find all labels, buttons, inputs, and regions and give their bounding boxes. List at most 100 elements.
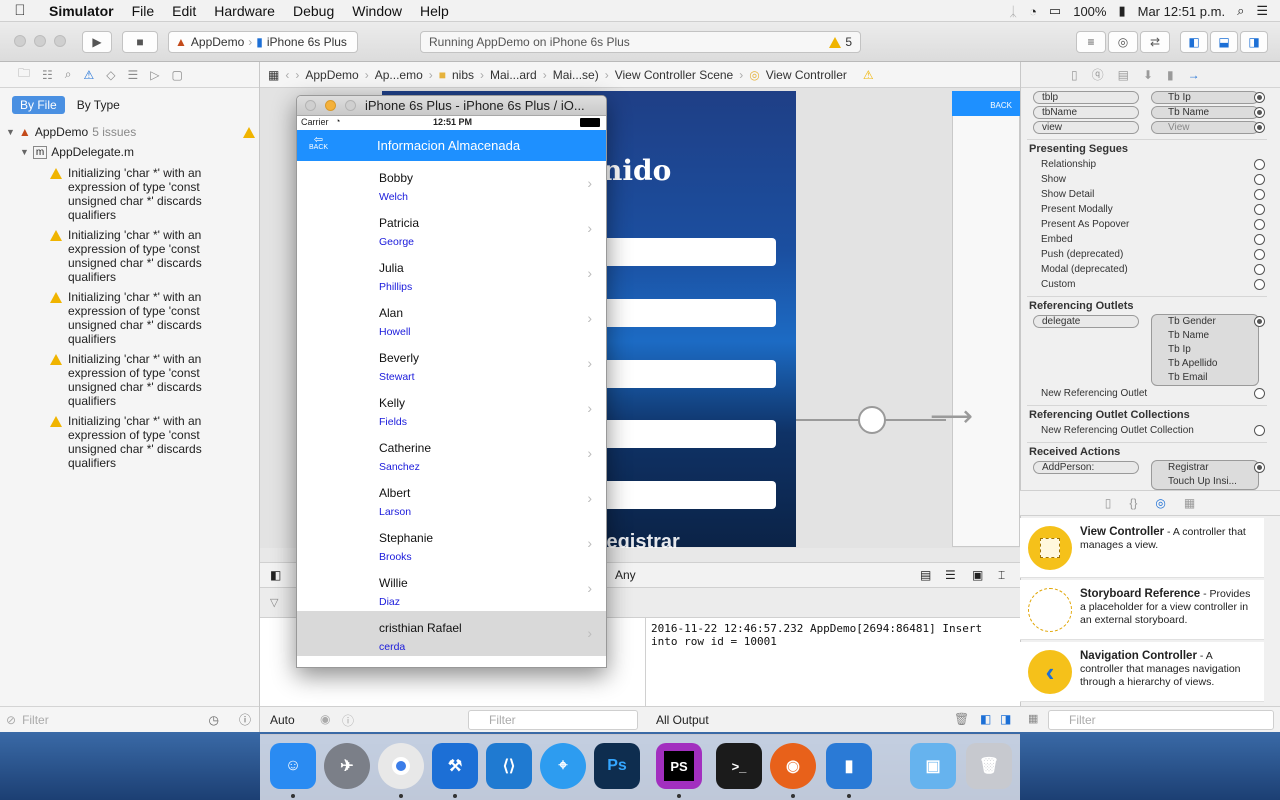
clock[interactable]: Mar 12:51 p.m. bbox=[1138, 4, 1225, 19]
connection-dot[interactable] bbox=[1254, 92, 1265, 103]
issue-item[interactable]: Initializing 'char *' with an expression… bbox=[0, 352, 259, 408]
disclosure-triangle-icon[interactable]: ▼ bbox=[20, 147, 29, 157]
connection-dot[interactable] bbox=[1254, 316, 1265, 327]
simulator-window[interactable]: iPhone 6s Plus - iPhone 6s Plus / iO... … bbox=[296, 95, 607, 668]
toggle-navigator-button[interactable]: ◧ bbox=[1180, 31, 1208, 53]
jump-view-controller[interactable]: View Controller bbox=[766, 68, 847, 82]
battery-icon[interactable]: ▮ bbox=[1118, 3, 1125, 19]
by-type-tab[interactable]: By Type bbox=[69, 96, 128, 114]
table-row[interactable]: Alan Howell › bbox=[297, 296, 606, 341]
connection-dot[interactable] bbox=[1254, 264, 1265, 275]
segue-row[interactable]: Relationship bbox=[1027, 157, 1267, 172]
second-scene[interactable] bbox=[952, 91, 1020, 547]
code-snippet-icon[interactable]: {} bbox=[1129, 496, 1137, 510]
issue-item[interactable]: Initializing 'char *' with an expression… bbox=[0, 290, 259, 346]
toggle-utilities-button[interactable]: ◨ bbox=[1240, 31, 1268, 53]
launchpad-icon[interactable]: ✈ bbox=[324, 743, 370, 789]
outlet-row[interactable]: tbName Tb Name bbox=[1027, 105, 1267, 120]
split-right-icon[interactable]: ◨ bbox=[1000, 712, 1011, 726]
scheme-selector[interactable]: ▲ AppDemo › ▮ iPhone 6s Plus bbox=[168, 31, 358, 53]
connection-dot[interactable] bbox=[1254, 462, 1265, 473]
connection-dot[interactable] bbox=[1254, 425, 1265, 436]
jump-project[interactable]: AppDemo bbox=[305, 68, 358, 82]
spotlight-search-icon[interactable]: ⌕ bbox=[1237, 3, 1244, 19]
menu-window[interactable]: Window bbox=[343, 3, 411, 19]
phpstorm-icon[interactable]: PS bbox=[656, 743, 702, 789]
hide-debug-area-icon[interactable]: ▽ bbox=[270, 596, 278, 609]
symbol-navigator-icon[interactable]: ☷ bbox=[42, 68, 53, 82]
segue-row[interactable]: Custom bbox=[1027, 277, 1267, 292]
find-navigator-icon[interactable]: ⌕ bbox=[65, 67, 72, 82]
document-outline-icon[interactable]: ◧ bbox=[270, 568, 281, 582]
media-library-icon[interactable]: ▦ bbox=[1184, 496, 1195, 510]
resolve-issues-icon[interactable]: ⌶ bbox=[998, 568, 1005, 583]
run-button[interactable]: ▶ bbox=[82, 31, 112, 53]
table-row[interactable]: Kelly Fields › bbox=[297, 386, 606, 431]
finder-icon[interactable]: ☺ bbox=[270, 743, 316, 789]
issue-warning-icon[interactable]: ⚠ bbox=[863, 68, 874, 82]
xcode-icon[interactable]: ⚒ bbox=[432, 743, 478, 789]
forward-arrow-icon[interactable]: › bbox=[295, 68, 299, 82]
segue-row[interactable]: Present As Popover bbox=[1027, 217, 1267, 232]
segue-row[interactable]: Modal (deprecated) bbox=[1027, 262, 1267, 277]
jump-storyboard[interactable]: Mai...ard bbox=[490, 68, 537, 82]
library-item-storyboard-reference[interactable]: Storyboard Reference - Provides a placeh… bbox=[1020, 580, 1264, 640]
grid-view-icon[interactable]: ▦ bbox=[1028, 712, 1038, 725]
library-item-navigation-controller[interactable]: ‹ Navigation Controller - A controller t… bbox=[1020, 642, 1264, 702]
table-row[interactable]: Beverly Stewart › bbox=[297, 341, 606, 386]
sim-minimize-button[interactable] bbox=[325, 100, 336, 111]
assistant-editor-button[interactable]: ◎ bbox=[1108, 31, 1138, 53]
breakpoint-navigator-icon[interactable]: ▷ bbox=[150, 68, 159, 82]
variables-filter-input[interactable]: Filter bbox=[468, 710, 638, 730]
quick-help-icon[interactable]: ⓠ bbox=[1092, 66, 1104, 83]
file-template-icon[interactable]: ▯ bbox=[1105, 496, 1112, 510]
jump-group[interactable]: Ap...emo bbox=[375, 68, 423, 82]
size-inspector-icon[interactable]: ▮ bbox=[1167, 68, 1174, 82]
simulator-icon[interactable]: ▮ bbox=[826, 743, 872, 789]
issue-navigator-warning-icon[interactable]: ⚠ bbox=[84, 68, 95, 82]
connection-dot[interactable] bbox=[1254, 279, 1265, 290]
photoshop-icon[interactable]: Ps bbox=[594, 743, 640, 789]
by-file-tab[interactable]: By File bbox=[12, 96, 65, 114]
apple-menu-icon[interactable]:  bbox=[0, 2, 40, 19]
connection-dot[interactable] bbox=[1254, 189, 1265, 200]
outlet-row[interactable]: view View bbox=[1027, 120, 1267, 135]
trash-icon[interactable]: 🗑 bbox=[966, 743, 1012, 789]
stop-button[interactable]: ■ bbox=[122, 31, 158, 53]
issue-item[interactable]: Initializing 'char *' with an expression… bbox=[0, 166, 259, 222]
stack-icon[interactable]: ☰ bbox=[945, 568, 956, 582]
auto-variables-selector[interactable]: Auto bbox=[270, 713, 295, 727]
debug-navigator-icon[interactable]: ☰ bbox=[128, 68, 139, 82]
table-row-selected[interactable]: cristhian Rafael cerda › bbox=[297, 611, 606, 656]
airplay-icon[interactable]: ▭ bbox=[1049, 3, 1061, 19]
library-item-view-controller[interactable]: View Controller - A controller that mana… bbox=[1020, 518, 1264, 578]
related-items-icon[interactable]: ▦ bbox=[268, 68, 279, 82]
table-row[interactable]: Stephanie Brooks › bbox=[297, 521, 606, 566]
window-close-button[interactable] bbox=[14, 35, 26, 47]
safari-icon[interactable]: ⌖ bbox=[540, 743, 586, 789]
project-navigator-folder-icon[interactable]: 🗀 bbox=[18, 64, 30, 85]
connection-dot[interactable] bbox=[1254, 107, 1265, 118]
window-zoom-button[interactable] bbox=[54, 35, 66, 47]
standard-editor-button[interactable]: ≡ bbox=[1076, 31, 1106, 53]
table-row[interactable]: Julia Phillips › bbox=[297, 251, 606, 296]
size-class-label[interactable]: Any bbox=[615, 568, 636, 582]
eye-icon[interactable]: ◉ bbox=[320, 712, 330, 726]
info-icon[interactable]: ⓘ bbox=[342, 712, 354, 729]
simulator-title-bar[interactable]: iPhone 6s Plus - iPhone 6s Plus / iO... bbox=[297, 96, 606, 116]
connection-dot[interactable] bbox=[1254, 388, 1265, 399]
wifi-icon[interactable]: ◔ bbox=[1029, 4, 1037, 19]
connection-dot[interactable] bbox=[1254, 122, 1265, 133]
report-navigator-icon[interactable]: ▢ bbox=[172, 68, 183, 82]
toggle-debug-area-button[interactable]: ⬓ bbox=[1210, 31, 1238, 53]
issue-item[interactable]: Initializing 'char *' with an expression… bbox=[0, 414, 259, 470]
file-inspector-icon[interactable]: ▯ bbox=[1071, 68, 1078, 82]
new-collection-row[interactable]: New Referencing Outlet Collection bbox=[1027, 423, 1267, 438]
connection-dot[interactable] bbox=[1254, 249, 1265, 260]
jump-storyboard-base[interactable]: Mai...se) bbox=[553, 68, 599, 82]
sim-zoom-button[interactable] bbox=[345, 100, 356, 111]
library-filter-input[interactable]: Filter bbox=[1048, 710, 1274, 730]
embed-icon[interactable]: ▤ bbox=[920, 568, 931, 582]
segue-row[interactable]: Show Detail bbox=[1027, 187, 1267, 202]
menu-file[interactable]: File bbox=[123, 3, 164, 19]
